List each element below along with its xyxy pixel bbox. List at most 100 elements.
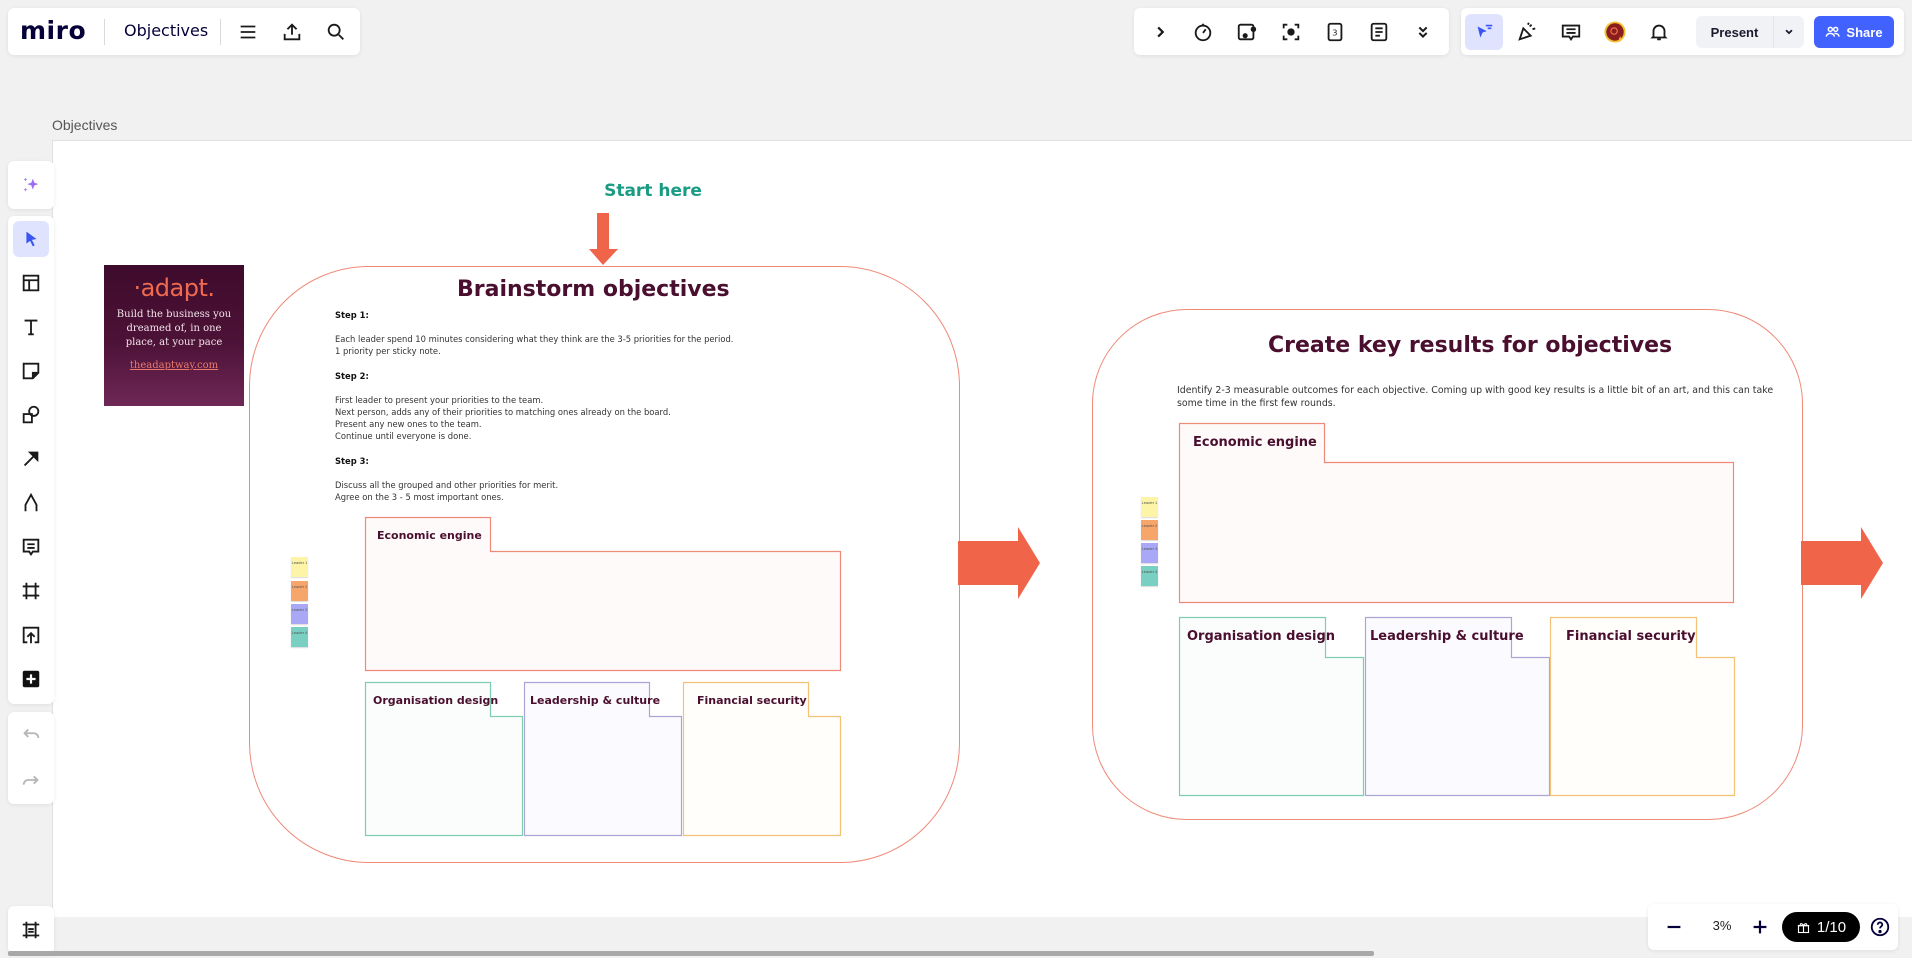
page-counter: 1/10 (1816, 918, 1847, 936)
sticky-note[interactable]: Leader 2 (1141, 520, 1158, 540)
minus-icon (1667, 925, 1681, 929)
kr-economic-engine-box[interactable]: Economic engine (1178, 422, 1735, 604)
focus-button[interactable] (1273, 14, 1309, 50)
frames-list-button[interactable] (13, 912, 49, 948)
financial-security-box[interactable]: Financial security (682, 681, 842, 837)
text-tool[interactable] (13, 309, 49, 345)
adapt-logo: ·adapt. (133, 274, 215, 302)
shapes-tool[interactable] (13, 397, 49, 433)
redo-icon (22, 775, 39, 785)
horizontal-scrollbar[interactable] (8, 951, 1374, 956)
undo-button[interactable] (13, 718, 49, 754)
next-step-arrow[interactable] (1801, 527, 1883, 599)
timer-icon (1194, 23, 1212, 42)
frame-icon (22, 582, 40, 600)
zoom-in-button[interactable] (1742, 909, 1778, 945)
present-button[interactable]: Present (1696, 16, 1774, 48)
sticky-note[interactable]: Leader 2 (291, 581, 308, 601)
start-arrow[interactable] (589, 213, 619, 265)
user-avatar[interactable] (1597, 14, 1633, 50)
avatar-icon (1604, 21, 1626, 43)
upload-tool[interactable] (13, 617, 49, 653)
text-icon (24, 319, 38, 336)
layout-icon (22, 274, 40, 292)
step2-line: Present any new ones to the team. (335, 419, 482, 430)
comments-button[interactable] (1553, 14, 1589, 50)
more-tools-button[interactable] (1405, 14, 1441, 50)
board-title[interactable]: Objectives (124, 21, 208, 40)
adapt-tagline: Build the business you dreamed of, in on… (116, 309, 232, 348)
reactions-button[interactable] (1465, 14, 1503, 50)
board-canvas[interactable]: Start here ·adapt. Build the business yo… (52, 140, 1912, 917)
notifications-button[interactable] (1641, 14, 1677, 50)
kr-leadership-culture-box[interactable]: Leadership & culture (1364, 616, 1551, 797)
upload-icon (22, 626, 40, 644)
search-button[interactable] (318, 14, 354, 50)
timer-button[interactable] (1185, 14, 1221, 50)
notes-button[interactable] (1361, 14, 1397, 50)
next-step-arrow[interactable] (958, 527, 1040, 599)
history-panel (8, 712, 54, 804)
focus-icon (1282, 23, 1300, 41)
sticky-note[interactable]: Leader 3 (1141, 543, 1158, 563)
templates-tool[interactable] (13, 265, 49, 301)
economic-engine-box[interactable]: Economic engine (364, 516, 842, 672)
select-tool[interactable] (13, 221, 49, 257)
sticky-note[interactable]: Leader 1 (1141, 497, 1158, 517)
step2-line: Continue until everyone is done. (335, 431, 472, 442)
board-header-panel: miro Objectives (8, 8, 360, 55)
shapes-icon (22, 405, 40, 424)
start-here-label[interactable]: Start here (557, 181, 749, 201)
step1-line: Each leader spend 10 minutes considering… (335, 334, 734, 345)
step2-line: First leader to present your priorities … (335, 394, 544, 405)
brainstorm-instructions: Step 1: Each leader spend 10 minutes con… (335, 309, 733, 503)
box-title: Financial security (697, 694, 807, 707)
celebrate-button[interactable] (1509, 14, 1545, 50)
comment-tool[interactable] (13, 529, 49, 565)
export-icon (283, 23, 301, 41)
zoom-level[interactable]: 3% (1702, 918, 1742, 933)
more-apps-button[interactable] (13, 661, 49, 697)
sparkle-icon (23, 177, 39, 192)
step3-label: Step 3: (335, 455, 369, 466)
whats-new-button[interactable]: 1/10 (1782, 912, 1860, 942)
ai-assist-button[interactable] (13, 167, 49, 203)
voting-button[interactable] (1229, 14, 1265, 50)
sticky-note[interactable]: Leader 3 (291, 604, 308, 624)
step2-line: Next person, adds any of their prioritie… (335, 407, 671, 418)
users-icon (1826, 26, 1841, 37)
frame-tool[interactable] (13, 573, 49, 609)
kr-organisation-design-box[interactable]: Organisation design (1178, 616, 1365, 797)
kr-financial-security-box[interactable]: Financial security (1549, 616, 1736, 797)
sticky-note[interactable]: Leader 4 (1141, 566, 1158, 586)
share-button[interactable]: Share (1814, 16, 1894, 48)
bell-icon (1650, 24, 1668, 41)
zoom-out-button[interactable] (1656, 909, 1692, 945)
connection-line-tool[interactable] (13, 441, 49, 477)
comment-list-icon (1561, 24, 1581, 41)
export-button[interactable] (274, 14, 310, 50)
frame-label[interactable]: Objectives (52, 117, 117, 133)
expand-tools-button[interactable] (1142, 14, 1178, 50)
pen-icon (24, 492, 38, 512)
adapt-promo-card[interactable]: ·adapt. Build the business you dreamed o… (104, 265, 244, 406)
leadership-culture-box[interactable]: Leadership & culture (523, 681, 683, 837)
comment-icon (22, 538, 40, 556)
pen-tool[interactable] (13, 485, 49, 521)
voting-icon (1237, 23, 1257, 41)
adapt-link[interactable]: theadaptway.com (104, 360, 244, 371)
redo-button[interactable] (13, 762, 49, 798)
organisation-design-box[interactable]: Organisation design (364, 681, 524, 837)
sticky-note[interactable]: Leader 1 (291, 557, 308, 577)
sticky-note-tool[interactable] (13, 353, 49, 389)
menu-button[interactable] (230, 14, 266, 50)
sticky-note[interactable]: Leader 4 (291, 627, 308, 647)
help-button[interactable] (1862, 909, 1898, 945)
brainstorm-title: Brainstorm objectives (457, 277, 730, 302)
step2-label: Step 2: (335, 370, 369, 381)
arrow-icon (23, 451, 39, 467)
key-results-description: Identify 2-3 measurable outcomes for eac… (1177, 385, 1774, 409)
miro-logo[interactable]: miro (20, 16, 86, 45)
present-options-button[interactable] (1774, 16, 1804, 48)
card-button[interactable]: 3 (1317, 14, 1353, 50)
